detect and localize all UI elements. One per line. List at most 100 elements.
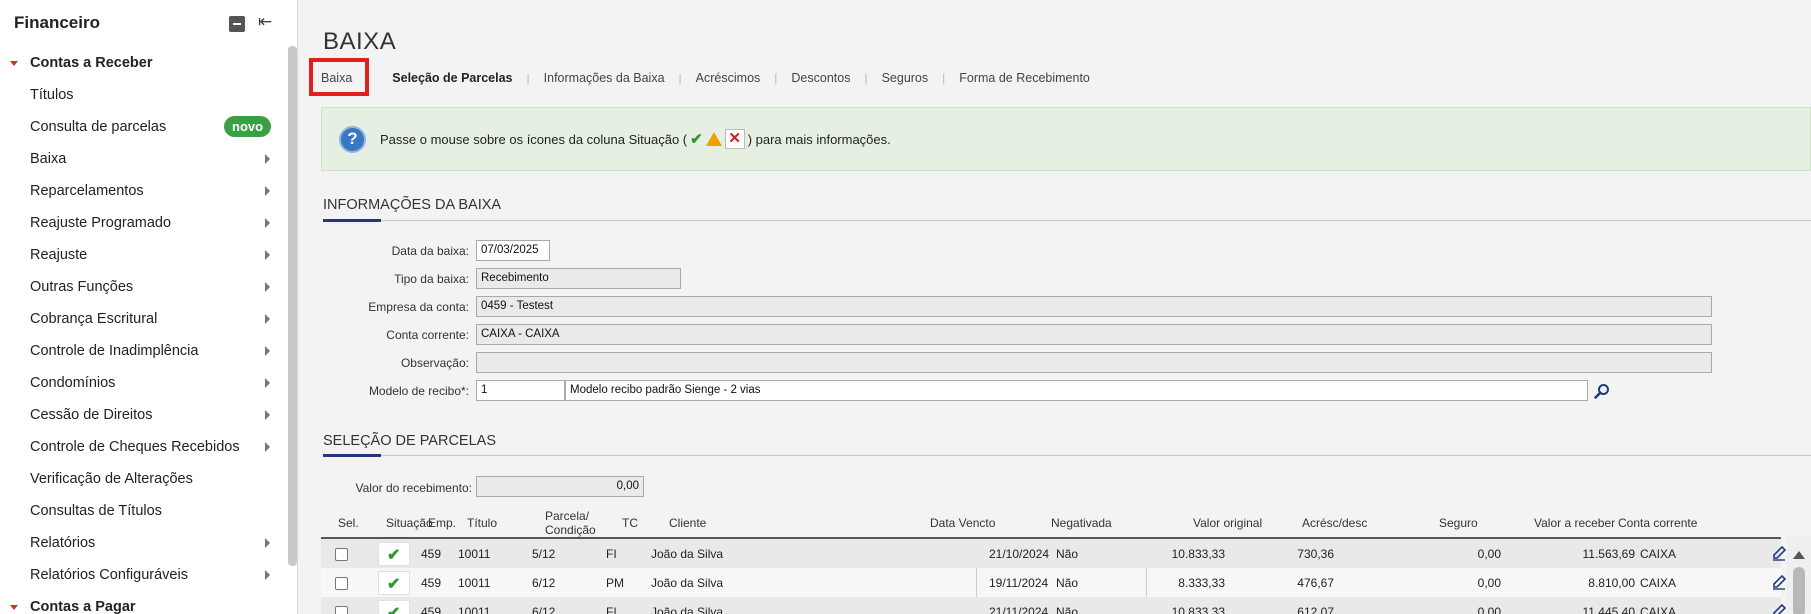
- caret-down-icon: [10, 604, 18, 610]
- situacao-cell[interactable]: ✔: [378, 600, 410, 614]
- scroll-thumb[interactable]: [1793, 567, 1805, 614]
- sidebar-item-consulta-de-parcelas[interactable]: Consulta de parcelas novo: [30, 112, 278, 142]
- label-tipo-baixa: Tipo da baixa:: [394, 272, 469, 286]
- sidebar-item-cessao-de-direitos[interactable]: Cessão de Direitos: [30, 400, 278, 430]
- edit-icon[interactable]: [1771, 603, 1787, 614]
- col-header-acresc: Acrésc/desc: [1302, 516, 1368, 530]
- modelo-recibo-nome-field[interactable]: Modelo recibo padrão Sienge - 2 vias: [565, 380, 1588, 401]
- tab-bar: Baixa Seleção de Parcelas | Informações …: [311, 66, 1104, 90]
- col-header-emp: Emp.: [428, 516, 457, 530]
- table-row[interactable]: ✔ 459 10011 5/12 FI João da Silva 21/10/…: [321, 539, 1781, 568]
- sidebar-item-relatorios-configuraveis[interactable]: Relatórios Configuráveis: [30, 560, 278, 590]
- table-row[interactable]: ✔ 459 10011 6/12 PM João da Silva 19/11/…: [321, 568, 1781, 597]
- sidebar-item-outras-funcoes[interactable]: Outras Funções: [30, 272, 278, 302]
- table-row[interactable]: ✔ 459 10011 6/12 FI João da Silva 21/11/…: [321, 597, 1781, 614]
- sidebar-item-label: Condomínios: [30, 375, 116, 391]
- col-header-situacao: Situação: [386, 516, 433, 530]
- situacao-cell[interactable]: ✔: [378, 571, 410, 595]
- sidebar-item-controle-de-inadimplencia[interactable]: Controle de Inadimplência: [30, 336, 278, 366]
- observacao-field[interactable]: [476, 352, 1712, 373]
- tab-selecao-de-parcelas[interactable]: Seleção de Parcelas: [378, 71, 526, 85]
- sidebar-item-label: Verificação de Alterações: [30, 471, 193, 487]
- chevron-right-icon: [265, 442, 270, 452]
- cell-cliente: João da Silva: [651, 547, 724, 561]
- tab-seguros[interactable]: Seguros: [868, 71, 943, 85]
- label-modelo-recibo: Modelo de recibo*:: [368, 384, 469, 398]
- info-message-text: Passe o mouse sobre os ícones da coluna …: [380, 131, 688, 147]
- sidebar-item-verificacao-de-alteracoes[interactable]: Verificação de Alterações: [30, 464, 278, 494]
- cell-seguro: 0,00: [1477, 605, 1501, 614]
- cell-valor-receber: 11.445,40: [1582, 605, 1636, 614]
- cell-cliente: João da Silva: [651, 605, 724, 614]
- cell-acresc: 476,67: [1297, 576, 1334, 590]
- sidebar-item-reajuste-programado[interactable]: Reajuste Programado: [30, 208, 278, 238]
- tab-acrescimos[interactable]: Acréscimos: [682, 71, 775, 85]
- sidebar-item-reajuste[interactable]: Reajuste: [30, 240, 278, 270]
- sidebar-item-relatorios[interactable]: Relatórios: [30, 528, 278, 558]
- caret-down-icon: [10, 60, 18, 66]
- col-header-parcela: Parcela/: [545, 509, 590, 523]
- cell-titulo: 10011: [458, 605, 491, 614]
- row-select-checkbox[interactable]: [335, 606, 348, 614]
- cell-valor-receber: 8.810,00: [1588, 576, 1635, 590]
- scroll-up-icon[interactable]: [1793, 551, 1805, 559]
- sidebar-group-contas-a-pagar[interactable]: Contas a Pagar: [0, 592, 136, 614]
- cell-vencto: 21/10/2024: [989, 547, 1050, 561]
- sidebar-item-consultas-de-titulos[interactable]: Consultas de Títulos: [30, 496, 278, 526]
- cell-negativada: Não: [1056, 576, 1079, 590]
- valor-recebimento-field[interactable]: 0,00: [476, 476, 644, 497]
- col-header-seguro: Seguro: [1439, 516, 1478, 530]
- sidebar-item-label: Cessão de Direitos: [30, 407, 153, 423]
- conta-corrente-field[interactable]: CAIXA - CAIXA: [476, 324, 1712, 345]
- col-header-titulo: Título: [467, 516, 498, 530]
- cell-valor-original: 10.833,33: [1171, 605, 1225, 614]
- table-scrollbar[interactable]: [1787, 537, 1811, 614]
- tab-baixa[interactable]: Baixa: [311, 71, 362, 85]
- sidebar-item-label: Outras Funções: [30, 279, 134, 295]
- cell-cliente: João da Silva: [651, 576, 724, 590]
- row-select-checkbox[interactable]: [335, 548, 348, 561]
- sidebar-group-label: Contas a Pagar: [30, 599, 136, 614]
- cell-vencto: 21/11/2024: [989, 605, 1049, 614]
- error-icon: ✕: [724, 129, 745, 149]
- check-icon: ✔: [387, 605, 401, 614]
- sidebar-item-label: Baixa: [30, 151, 67, 167]
- sidebar-item-label: Cobrança Escritural: [30, 311, 158, 327]
- cell-tc: PM: [606, 576, 624, 590]
- cell-valor-original: 8.333,33: [1178, 576, 1225, 590]
- data-baixa-field[interactable]: 07/03/2025: [476, 240, 550, 261]
- collapse-sidebar-icon[interactable]: ⇤: [258, 12, 272, 32]
- parcelas-table: ✔ 459 10011 5/12 FI João da Silva 21/10/…: [321, 537, 1781, 614]
- sidebar-item-label: Relatórios Configuráveis: [30, 567, 188, 583]
- sidebar-item-cobranca-escritural[interactable]: Cobrança Escritural: [30, 304, 278, 334]
- chevron-right-icon: [265, 282, 270, 292]
- search-icon[interactable]: [1594, 383, 1610, 399]
- cell-parcela: 6/12: [532, 576, 556, 590]
- minimize-icon[interactable]: [229, 16, 245, 32]
- edit-icon[interactable]: [1771, 545, 1787, 561]
- empresa-conta-field[interactable]: 0459 - Testest: [476, 296, 1712, 317]
- tipo-baixa-field[interactable]: Recebimento: [476, 268, 681, 289]
- cell-emp: 459: [421, 605, 442, 614]
- sidebar-item-condominios[interactable]: Condomínios: [30, 368, 278, 398]
- cell-emp: 459: [421, 547, 442, 561]
- sidebar-group-contas-a-receber[interactable]: Contas a Receber: [0, 48, 153, 78]
- check-icon: ✔: [387, 547, 401, 564]
- main-content: BAIXA Baixa Seleção de Parcelas | Inform…: [299, 0, 1811, 614]
- tab-informacoes-da-baixa[interactable]: Informações da Baixa: [530, 71, 679, 85]
- info-message-text-end: ) para mais informações.: [747, 131, 891, 147]
- info-message-box: ? Passe o mouse sobre os ícones da colun…: [321, 107, 1811, 171]
- sidebar-item-controle-de-cheques[interactable]: Controle de Cheques Recebidos: [30, 432, 278, 462]
- sidebar-item-titulos[interactable]: Títulos: [30, 80, 278, 110]
- tab-descontos[interactable]: Descontos: [777, 71, 864, 85]
- sidebar-item-label: Reparcelamentos: [30, 183, 144, 199]
- sidebar-item-reparcelamentos[interactable]: Reparcelamentos: [30, 176, 278, 206]
- row-select-checkbox[interactable]: [335, 577, 348, 590]
- col-header-cliente: Cliente: [669, 516, 707, 530]
- modelo-recibo-codigo-field[interactable]: 1: [476, 380, 565, 401]
- situacao-cell[interactable]: ✔: [378, 542, 410, 566]
- edit-icon[interactable]: [1771, 574, 1787, 590]
- tab-forma-de-recebimento[interactable]: Forma de Recebimento: [945, 71, 1104, 85]
- help-icon: ?: [339, 125, 366, 153]
- sidebar-item-baixa[interactable]: Baixa: [30, 144, 278, 174]
